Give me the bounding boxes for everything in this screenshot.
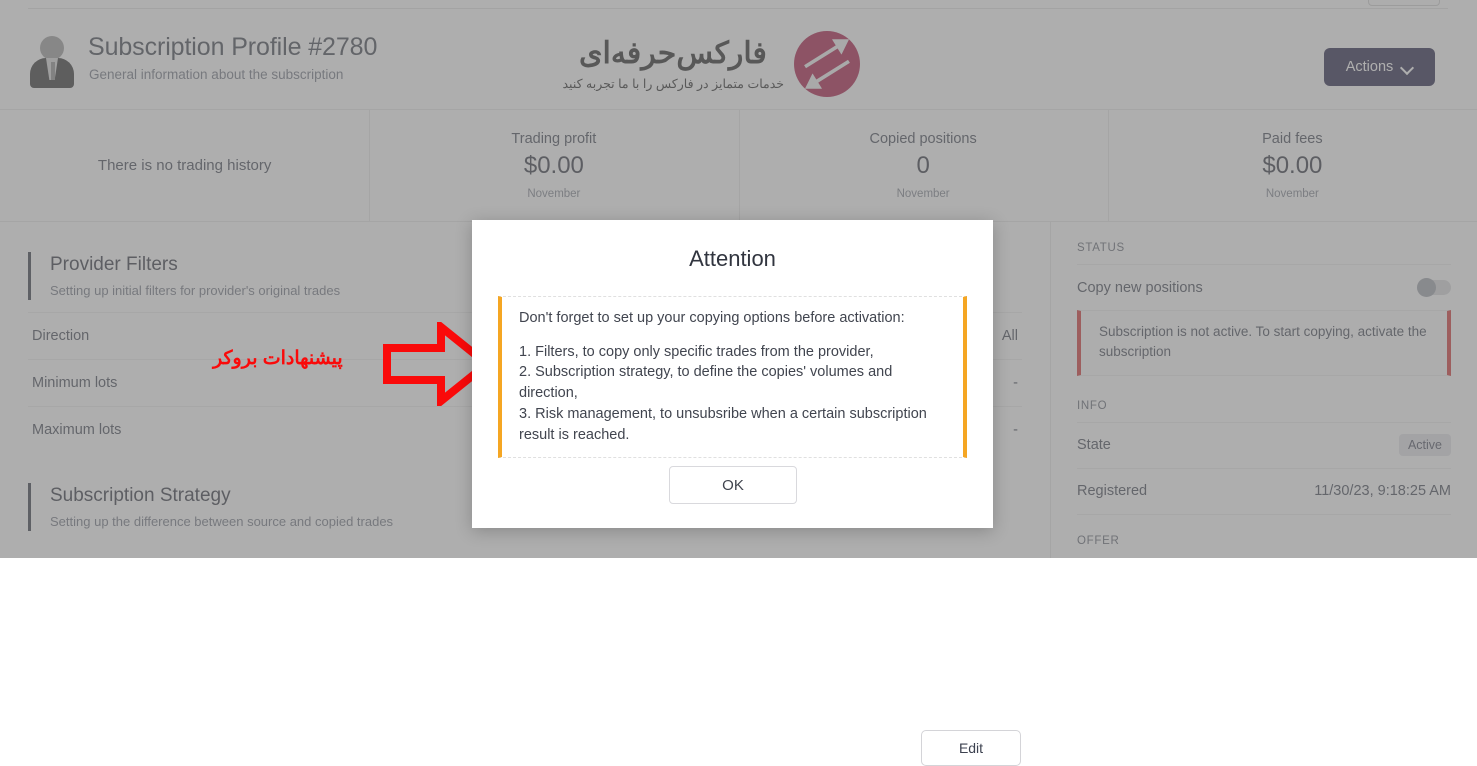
field-label: Maximum lots xyxy=(32,422,121,438)
stat-label: Trading profit xyxy=(511,131,596,147)
copy-new-positions-toggle[interactable] xyxy=(1417,280,1451,295)
brand-slogan: خدمات متمایز در فارکس را با ما تجربه کنی… xyxy=(579,76,784,91)
stat-period: November xyxy=(1266,188,1319,200)
stat-value: $0.00 xyxy=(524,151,584,181)
modal-title: Attention xyxy=(472,220,993,272)
field-value: All xyxy=(1002,328,1018,344)
page-subtitle: General information about the subscripti… xyxy=(89,67,343,82)
field-value: - xyxy=(1013,422,1018,438)
info-value: 11/30/23, 9:18:25 AM xyxy=(1314,483,1451,499)
info-label: Registered xyxy=(1077,483,1147,499)
inactive-subscription-alert: Subscription is not active. To start cop… xyxy=(1077,310,1451,376)
stat-period: November xyxy=(527,188,580,200)
page-header: Subscription Profile #2780 General infor… xyxy=(0,9,1477,110)
modal-item-3: 3. Risk management, to unsubsribe when a… xyxy=(519,404,947,445)
modal-item-2: 2. Subscription strategy, to define the … xyxy=(519,362,947,403)
info-row-registered: Registered 11/30/23, 9:18:25 AM xyxy=(1077,468,1451,514)
info-label: State xyxy=(1077,437,1111,453)
info-heading: INFO xyxy=(1077,380,1451,422)
stat-value: $0.00 xyxy=(1262,151,1322,181)
field-label: Direction xyxy=(32,328,89,344)
brand-name: فارکس‌حرفه‌ای xyxy=(579,36,784,71)
brand-logo: فارکس‌حرفه‌ای خدمات متمایز در فارکس را ب… xyxy=(575,31,860,99)
status-badge: Active xyxy=(1399,434,1451,456)
info-sidebar: STATUS Copy new positions Subscription i… xyxy=(1050,222,1477,558)
user-avatar-icon xyxy=(28,34,76,90)
page-title: Subscription Profile #2780 xyxy=(88,33,377,62)
modal-body: Don't forget to set up your copying opti… xyxy=(498,296,967,458)
modal-intro: Don't forget to set up your copying opti… xyxy=(519,308,947,329)
field-label: Minimum lots xyxy=(32,375,117,391)
modal-ok-button[interactable]: OK xyxy=(669,466,797,504)
stat-card-trading-profit: Trading profit $0.00 November xyxy=(369,110,738,222)
stat-card-copied-positions: Copied positions 0 November xyxy=(739,110,1108,222)
stat-label: Paid fees xyxy=(1262,131,1322,147)
attention-modal: Attention Don't forget to set up your co… xyxy=(472,220,993,528)
copy-new-positions-label: Copy new positions xyxy=(1077,280,1203,296)
offer-heading: OFFER xyxy=(1077,514,1451,557)
stat-value: 0 xyxy=(916,151,929,181)
copy-new-positions-row[interactable]: Copy new positions xyxy=(1077,264,1451,310)
trading-history-empty: There is no trading history xyxy=(0,110,369,222)
stat-period: November xyxy=(897,188,950,200)
chevron-down-icon xyxy=(1402,62,1413,73)
swap-arrows-logo-icon xyxy=(794,31,860,97)
status-heading: STATUS xyxy=(1077,222,1451,264)
cut-off-top-element xyxy=(1368,0,1440,6)
actions-button-label: Actions xyxy=(1346,59,1394,75)
empty-message: There is no trading history xyxy=(98,157,271,174)
annotation-label: پیشنهادات بروکر xyxy=(213,347,343,370)
stat-label: Copied positions xyxy=(870,131,977,147)
stats-strip: There is no trading history Trading prof… xyxy=(0,110,1477,222)
actions-button[interactable]: Actions xyxy=(1324,48,1435,86)
edit-button[interactable]: Edit xyxy=(921,730,1021,766)
field-value: - xyxy=(1013,375,1018,391)
stat-card-paid-fees: Paid fees $0.00 November xyxy=(1108,110,1477,222)
info-row-state: State Active xyxy=(1077,422,1451,468)
modal-item-1: 1. Filters, to copy only specific trades… xyxy=(519,342,947,363)
